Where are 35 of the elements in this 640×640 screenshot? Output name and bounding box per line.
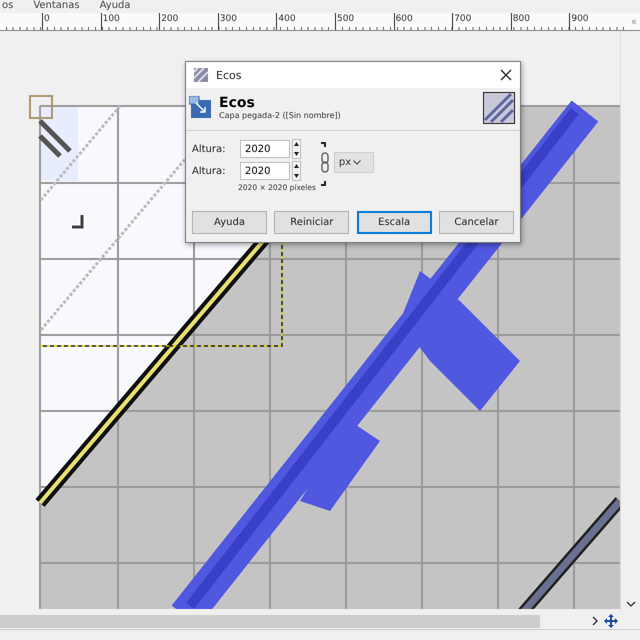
ruler-label: 200	[159, 13, 218, 30]
ruler-label: 400	[276, 13, 335, 30]
window-title: Ecos	[216, 68, 242, 82]
menu-item[interactable]: Ayuda	[100, 0, 131, 13]
layer-name: Capa pegada-2 ([Sin nombre])	[219, 111, 342, 120]
menu-item[interactable]: Ventanas	[33, 0, 80, 13]
height-input[interactable]: 2020	[240, 140, 290, 158]
dialog-button[interactable]: Reiniciar	[274, 211, 350, 234]
dialog-heading: Ecos	[219, 96, 256, 111]
filter-icon	[194, 68, 208, 82]
navigate-icon[interactable]	[604, 614, 618, 628]
layer-thumbnail	[483, 92, 515, 124]
menu-item[interactable]: os	[2, 0, 14, 13]
ruler-label: 900	[569, 13, 628, 30]
ruler-label: 300	[218, 13, 276, 30]
dialog-button[interactable]: Cancelar	[438, 211, 514, 234]
field-label: Altura:	[192, 144, 226, 154]
dialog-button[interactable]: Escala	[356, 211, 432, 234]
caret-icon	[353, 160, 362, 165]
chain-icon[interactable]	[320, 141, 330, 187]
ruler-label: 500	[334, 13, 394, 30]
field-label: Altura:	[192, 166, 226, 176]
spinner-icon[interactable]	[292, 161, 301, 181]
spinner-icon[interactable]	[292, 139, 301, 159]
dialog-button[interactable]: Ayuda	[192, 211, 267, 234]
ruler-label: 0	[42, 13, 101, 30]
horizontal-scrollbar[interactable]	[0, 614, 540, 628]
ruler-label: 100	[100, 13, 160, 30]
ruler-label: 600	[394, 13, 452, 30]
close-icon[interactable]	[500, 69, 512, 81]
layer-scale-icon	[189, 96, 213, 120]
ruler-label: 800	[510, 13, 570, 30]
unit-dropdown[interactable]: px	[334, 152, 374, 173]
ruler-label: 700	[452, 13, 511, 30]
height-input[interactable]: 2020	[240, 162, 290, 180]
